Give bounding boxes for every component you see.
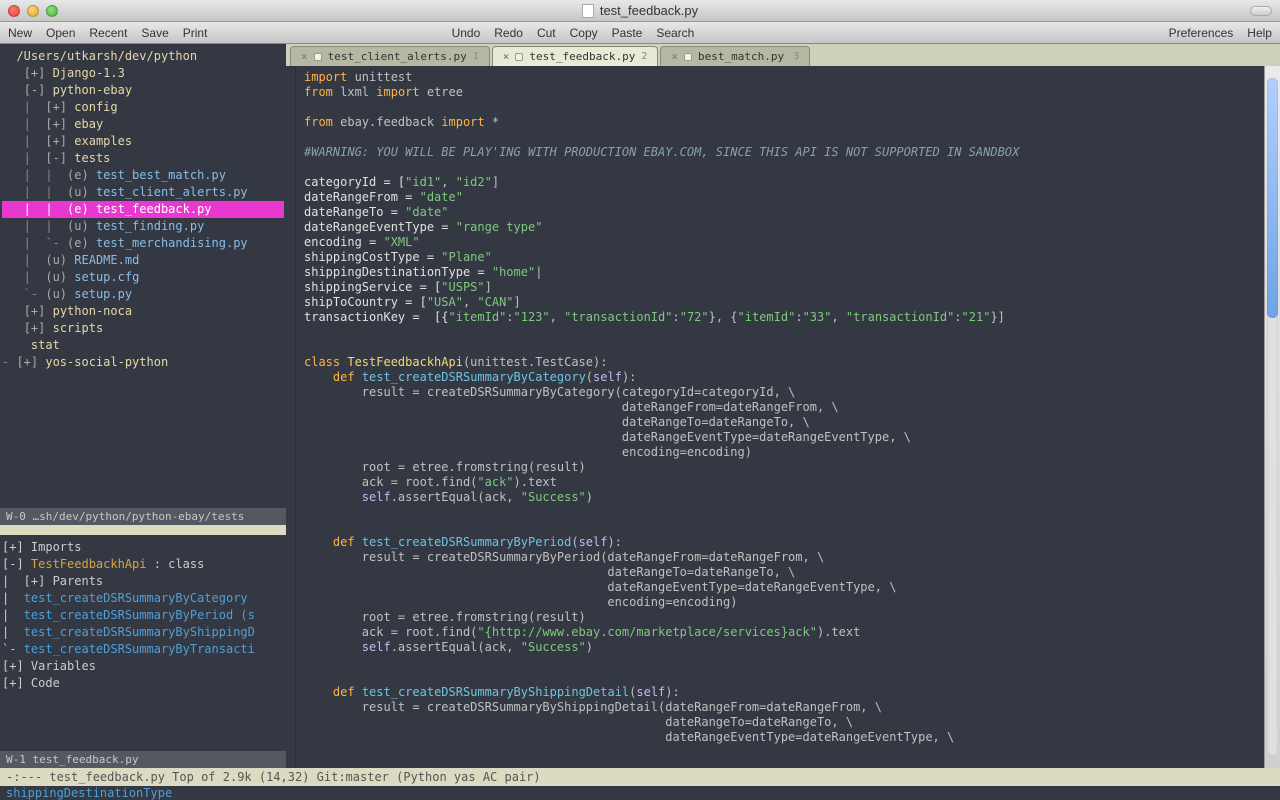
menu-preferences[interactable]: Preferences — [1169, 26, 1234, 40]
close-icon[interactable]: ⨯ — [671, 50, 678, 63]
tab[interactable]: ⨯ test_client_alerts.py 1 — [290, 46, 490, 66]
scrollbar-vertical[interactable] — [1264, 66, 1280, 768]
tree-item[interactable]: [+] python-noca — [2, 303, 284, 320]
close-icon[interactable]: ⨯ — [301, 50, 308, 63]
tab-bar: ⨯ test_client_alerts.py 1 ⨯ test_feedback.py… — [286, 44, 1280, 66]
outline-item[interactable]: | test_createDSRSummaryByCategory — [2, 590, 284, 607]
editor[interactable]: import unittestfrom lxml import etree fr… — [296, 66, 1264, 768]
menu-copy[interactable]: Copy — [570, 26, 598, 40]
outline-item[interactable]: [+] Variables — [2, 658, 284, 675]
menu-save[interactable]: Save — [141, 26, 168, 40]
tab-label: test_feedback.py — [529, 50, 635, 63]
menu-recent[interactable]: Recent — [89, 26, 127, 40]
zoom-window-button[interactable] — [46, 5, 58, 17]
outline-item[interactable]: | test_createDSRSummaryByShippingD — [2, 624, 284, 641]
tree-item[interactable]: | [+] examples — [2, 133, 284, 150]
outline-item[interactable]: [-] TestFeedbackhApi : class — [2, 556, 284, 573]
tab[interactable]: ⨯ best_match.py 3 — [660, 46, 810, 66]
tree-item[interactable]: [+] Django-1.3 — [2, 65, 284, 82]
file-icon — [515, 53, 523, 61]
file-tree[interactable]: /Users/utkarsh/dev/python [+] Django-1.3… — [0, 44, 286, 508]
outline-item[interactable]: [+] Code — [2, 675, 284, 692]
outline-item[interactable]: `- test_createDSRSummaryByTransacti — [2, 641, 284, 658]
tree-item[interactable]: | | (u) test_client_alerts.py — [2, 184, 284, 201]
outline-modeline: W-1 test_feedback.py — [0, 751, 286, 768]
tree-item[interactable]: | | (u) test_finding.py — [2, 218, 284, 235]
window-title: test_feedback.py — [600, 3, 698, 18]
tab-index: 3 — [793, 51, 799, 62]
tree-item[interactable]: | [+] config — [2, 99, 284, 116]
tree-item[interactable]: | | (e) test_best_match.py — [2, 167, 284, 184]
tree-item[interactable]: [+] scripts — [2, 320, 284, 337]
tab-label: best_match.py — [698, 50, 784, 63]
menu-search[interactable]: Search — [656, 26, 694, 40]
tree-item[interactable]: | (u) setup.cfg — [2, 269, 284, 286]
outline-item[interactable]: | [+] Parents — [2, 573, 284, 590]
tree-item[interactable]: | [+] ebay — [2, 116, 284, 133]
tree-item[interactable]: stat — [2, 337, 284, 354]
menu-help[interactable]: Help — [1247, 26, 1272, 40]
menu-print[interactable]: Print — [183, 26, 208, 40]
tree-item[interactable]: | `- (e) test_merchandising.py — [2, 235, 284, 252]
outline-item[interactable]: | test_createDSRSummaryByPeriod (s — [2, 607, 284, 624]
outline-item[interactable]: [+] Imports — [2, 539, 284, 556]
menu-cut[interactable]: Cut — [537, 26, 556, 40]
tree-item[interactable]: `- (u) setup.py — [2, 286, 284, 303]
tree-item[interactable]: | [-] tests — [2, 150, 284, 167]
close-window-button[interactable] — [8, 5, 20, 17]
menu-new[interactable]: New — [8, 26, 32, 40]
tree-item[interactable]: - [+] yos-social-python — [2, 354, 284, 371]
file-icon — [314, 53, 322, 61]
minimize-window-button[interactable] — [27, 5, 39, 17]
menu-undo[interactable]: Undo — [452, 26, 481, 40]
editor-fringe — [286, 66, 296, 768]
mode-line: -:--- test_feedback.py Top of 2.9k (14,3… — [0, 768, 1280, 786]
tree-item[interactable]: | | (e) test_feedback.py — [2, 201, 284, 218]
traffic-lights — [8, 5, 58, 17]
menubar: New Open Recent Save Print Undo Redo Cut Copy Pa… — [0, 22, 1280, 44]
file-icon — [684, 53, 692, 61]
toolbar-pill-button[interactable] — [1250, 6, 1272, 16]
titlebar: test_feedback.py — [0, 0, 1280, 22]
outline-panel[interactable]: [+] Imports[-] TestFeedbackhApi : class|… — [0, 535, 286, 751]
tab[interactable]: ⨯ test_feedback.py 2 — [492, 46, 659, 66]
tab-index: 1 — [473, 51, 479, 62]
tab-index: 2 — [641, 51, 647, 62]
close-icon[interactable]: ⨯ — [503, 50, 510, 63]
minibuffer[interactable]: shippingDestinationType — [0, 786, 1280, 800]
tree-item[interactable]: [-] python-ebay — [2, 82, 284, 99]
tree-item[interactable]: | (u) README.md — [2, 252, 284, 269]
file-icon — [582, 4, 594, 18]
sidebar: /Users/utkarsh/dev/python [+] Django-1.3… — [0, 44, 286, 768]
menu-redo[interactable]: Redo — [494, 26, 523, 40]
tree-modeline: W-0 …sh/dev/python/python-ebay/tests — [0, 508, 286, 525]
tree-root[interactable]: /Users/utkarsh/dev/python — [2, 48, 284, 65]
menu-paste[interactable]: Paste — [612, 26, 643, 40]
tab-label: test_client_alerts.py — [328, 50, 467, 63]
menu-open[interactable]: Open — [46, 26, 75, 40]
panel-separator[interactable] — [0, 525, 286, 535]
